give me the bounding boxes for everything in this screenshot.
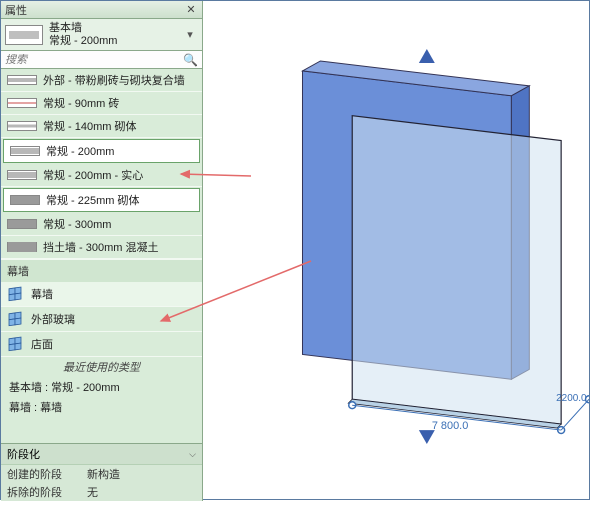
wall-type-item[interactable]: 外部 - 带粉刷砖与砌块复合墙 [1, 69, 202, 92]
curtain-type-label: 外部玻璃 [31, 311, 196, 327]
recent-type-item[interactable]: 幕墙 : 幕墙 [1, 397, 202, 417]
wall-type-label: 外部 - 带粉刷砖与砌块复合墙 [43, 72, 196, 88]
phase-title[interactable]: 阶段化 ⌵ [1, 444, 202, 465]
phase-property-row[interactable]: 创建的阶段新构造 [1, 465, 202, 483]
wall-type-item[interactable]: 常规 - 140mm 砌体 [1, 115, 202, 138]
wall-type-label: 常规 - 200mm [46, 143, 193, 159]
curtain-wall-icon [7, 285, 25, 303]
curtain-type-item[interactable]: 幕墙 [1, 282, 202, 307]
wall-swatch-icon [7, 242, 37, 252]
type-list: 外部 - 带粉刷砖与砌块复合墙常规 - 90mm 砖常规 - 140mm 砌体常… [1, 69, 202, 443]
curtain-type-label: 店面 [31, 336, 196, 352]
dimension-value[interactable]: 2200.0 [556, 393, 587, 404]
dimension-value[interactable]: 7 800.0 [432, 420, 469, 432]
curtain-type-item[interactable]: 外部玻璃 [1, 307, 202, 332]
wall-type-item[interactable]: 常规 - 200mm - 实心 [1, 164, 202, 187]
wall-type-label: 常规 - 200mm - 实心 [43, 167, 196, 183]
wall-swatch-icon [10, 195, 40, 205]
wall-swatch-icon [10, 146, 40, 156]
phase-title-text: 阶段化 [7, 446, 40, 462]
curtain-type-item[interactable]: 店面 [1, 332, 202, 357]
search-icon[interactable]: 🔍 [183, 53, 198, 67]
wall-type-label: 常规 - 140mm 砌体 [43, 118, 196, 134]
panel-title: 属性 [5, 2, 184, 18]
wall-type-item[interactable]: 常规 - 300mm [1, 213, 202, 236]
current-type-selector[interactable]: 基本墙 常规 - 200mm ▾ [1, 19, 202, 51]
wall-type-label: 常规 - 300mm [43, 216, 196, 232]
wall-swatch-icon [7, 75, 37, 85]
category-curtain-wall: 幕墙 [1, 259, 202, 282]
expand-icon[interactable]: ⌵ [189, 449, 196, 460]
phase-value[interactable]: 无 [87, 484, 98, 500]
phase-section: 阶段化 ⌵ 创建的阶段新构造拆除的阶段无 [1, 443, 202, 501]
wall-type-label: 挡土墙 - 300mm 混凝土 [43, 239, 196, 255]
wall-swatch-icon [7, 121, 37, 131]
properties-panel: 属性 ✕ 基本墙 常规 - 200mm ▾ 🔍 外部 - 带粉刷砖与砌块复合墙常… [1, 1, 203, 501]
search-input[interactable] [5, 54, 183, 66]
drag-handle-top[interactable] [419, 49, 435, 63]
chevron-down-icon[interactable]: ▾ [182, 21, 198, 49]
wall-swatch-icon [7, 219, 37, 229]
model-viewport[interactable]: 7 800.0 2200.0 [203, 1, 589, 499]
wall-type-item[interactable]: 挡土墙 - 300mm 混凝土 [1, 236, 202, 259]
panel-header: 属性 ✕ [1, 1, 202, 19]
wall-swatch-icon [7, 98, 37, 108]
close-icon[interactable]: ✕ [184, 3, 198, 17]
wall-type-swatch [5, 25, 43, 45]
phase-value[interactable]: 新构造 [87, 466, 120, 482]
phase-key: 拆除的阶段 [7, 484, 87, 500]
phase-key: 创建的阶段 [7, 466, 87, 482]
current-type-family: 基本墙 [49, 22, 176, 35]
search-row: 🔍 [1, 51, 202, 69]
wall-type-item[interactable]: 常规 - 90mm 砖 [1, 92, 202, 115]
curtain-type-label: 幕墙 [31, 286, 196, 302]
curtain-wall-icon [7, 335, 25, 353]
curtain-wall-icon [7, 310, 25, 328]
wall-curtain[interactable] [348, 116, 561, 428]
phase-property-row[interactable]: 拆除的阶段无 [1, 483, 202, 501]
wall-type-item[interactable]: 常规 - 225mm 砌体 [3, 188, 200, 212]
recent-header: 最近使用的类型 [1, 357, 202, 377]
recent-type-item[interactable]: 基本墙 : 常规 - 200mm [1, 377, 202, 397]
wall-type-label: 常规 - 90mm 砖 [43, 95, 196, 111]
current-type-text: 基本墙 常规 - 200mm [49, 22, 176, 47]
wall-type-label: 常规 - 225mm 砌体 [46, 192, 193, 208]
current-type-name: 常规 - 200mm [49, 35, 176, 48]
drag-handle-bottom[interactable] [419, 430, 435, 444]
wall-swatch-icon [7, 170, 37, 180]
wall-type-item[interactable]: 常规 - 200mm [3, 139, 200, 163]
